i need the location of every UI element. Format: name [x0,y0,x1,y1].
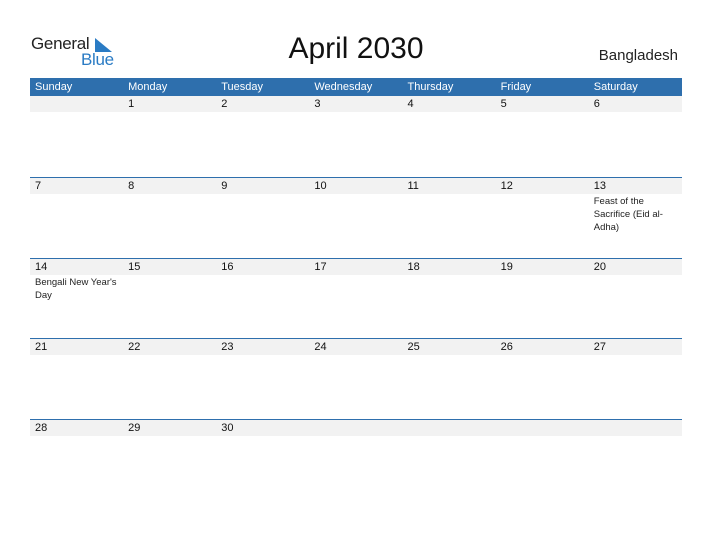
holiday-label: Bengali New Year's Day [35,276,117,301]
day-number: 24 [314,341,327,353]
weekday-saturday: Saturday [593,81,638,93]
weekday-header: Sunday Monday Tuesday Wednesday Thursday… [30,78,682,96]
day-number: 10 [314,180,327,192]
day-cell: 24 [309,339,402,419]
week-row: 14 Bengali New Year's Day 15 16 17 18 19 20 [30,257,682,339]
day-number: 25 [407,341,420,353]
week-row: 28 29 30 [30,418,682,500]
day-cell: 20 [589,259,682,339]
day-cell: 21 [30,339,123,419]
day-cell: 30 [216,420,309,500]
week-row: 21 22 23 24 25 26 27 [30,338,682,419]
week-row: 7 8 9 10 11 12 13 Feast of the Sacrifice (Eid a… [30,177,682,258]
day-number: 21 [35,341,48,353]
weekday-thursday: Thursday [407,81,454,93]
day-cell: 11 [403,178,496,258]
day-cell: 3 [309,96,402,177]
day-number: 7 [35,180,42,192]
weekday-tuesday: Tuesday [221,81,264,93]
day-cell: 7 [30,178,123,258]
day-number [594,420,682,436]
day-cell [403,420,496,500]
day-cell: 14 Bengali New Year's Day [30,259,123,339]
day-number: 4 [407,98,414,110]
day-cell: 25 [403,339,496,419]
day-number: 28 [35,421,48,434]
holiday-label: Feast of the Sacrifice (Eid al-Adha) [593,196,663,233]
day-number: 6 [593,98,600,110]
day-cell: 15 [123,259,216,339]
day-cell: 5 [496,96,589,177]
day-number: 22 [128,341,141,353]
day-cell: 29 [123,420,216,500]
day-number: 19 [500,260,513,273]
day-number: 12 [500,180,513,192]
weekday-friday: Friday [500,81,532,93]
calendar-grid: Sunday Monday Tuesday Wednesday Thursday… [30,78,682,499]
day-number: 5 [500,98,507,110]
day-cell: 8 [123,178,216,258]
day-cell [589,420,682,500]
day-number: 11 [407,180,419,192]
day-number: 20 [593,260,606,273]
day-number: 8 [128,180,135,192]
day-number: 26 [500,341,513,353]
day-number: 17 [314,260,327,273]
day-cell: 27 [589,339,682,419]
day-cell: 4 [403,96,496,177]
day-number: 29 [128,421,141,434]
day-number [314,420,402,436]
day-number [408,420,496,436]
day-cell: 23 [216,339,309,419]
day-cell: 17 [309,259,402,339]
day-number: 9 [221,180,228,192]
day-number: 15 [128,260,141,273]
weeks-container: 1 2 3 4 5 6 7 8 9 10 11 12 13 Feast of the Sacrifice … [30,96,682,499]
weekday-monday: Monday [128,81,168,93]
day-cell [309,420,402,500]
day-number: 27 [593,341,606,353]
day-number: 16 [221,260,234,273]
day-cell: 16 [216,259,309,339]
day-number [501,420,589,436]
week-row: 1 2 3 4 5 6 [30,96,682,177]
day-number: 13 [593,180,606,192]
day-number: 30 [221,421,234,434]
weekday-wednesday: Wednesday [314,81,373,93]
day-cell: 9 [216,178,309,258]
day-number: 23 [221,341,234,353]
day-number: 1 [128,98,135,110]
day-cell: 12 [496,178,589,258]
day-cell: 19 [496,259,589,339]
day-cell: 22 [123,339,216,419]
day-cell: 1 [123,96,216,177]
day-number: 2 [221,98,228,110]
day-cell: 2 [216,96,309,177]
day-cell: 6 [589,96,682,177]
day-cell: 10 [309,178,402,258]
day-cell: 18 [403,259,496,339]
day-cell [496,420,589,500]
day-number: 18 [407,260,420,273]
day-cell: 26 [496,339,589,419]
day-cell [30,96,123,177]
weekday-sunday: Sunday [35,81,73,93]
day-cell: 28 [30,420,123,500]
day-number: 3 [314,98,321,110]
day-cell: 13 Feast of the Sacrifice (Eid al-Adha) [589,178,682,258]
day-number [35,96,123,112]
country-label: Bangladesh [598,47,678,64]
day-number: 14 [35,260,48,273]
